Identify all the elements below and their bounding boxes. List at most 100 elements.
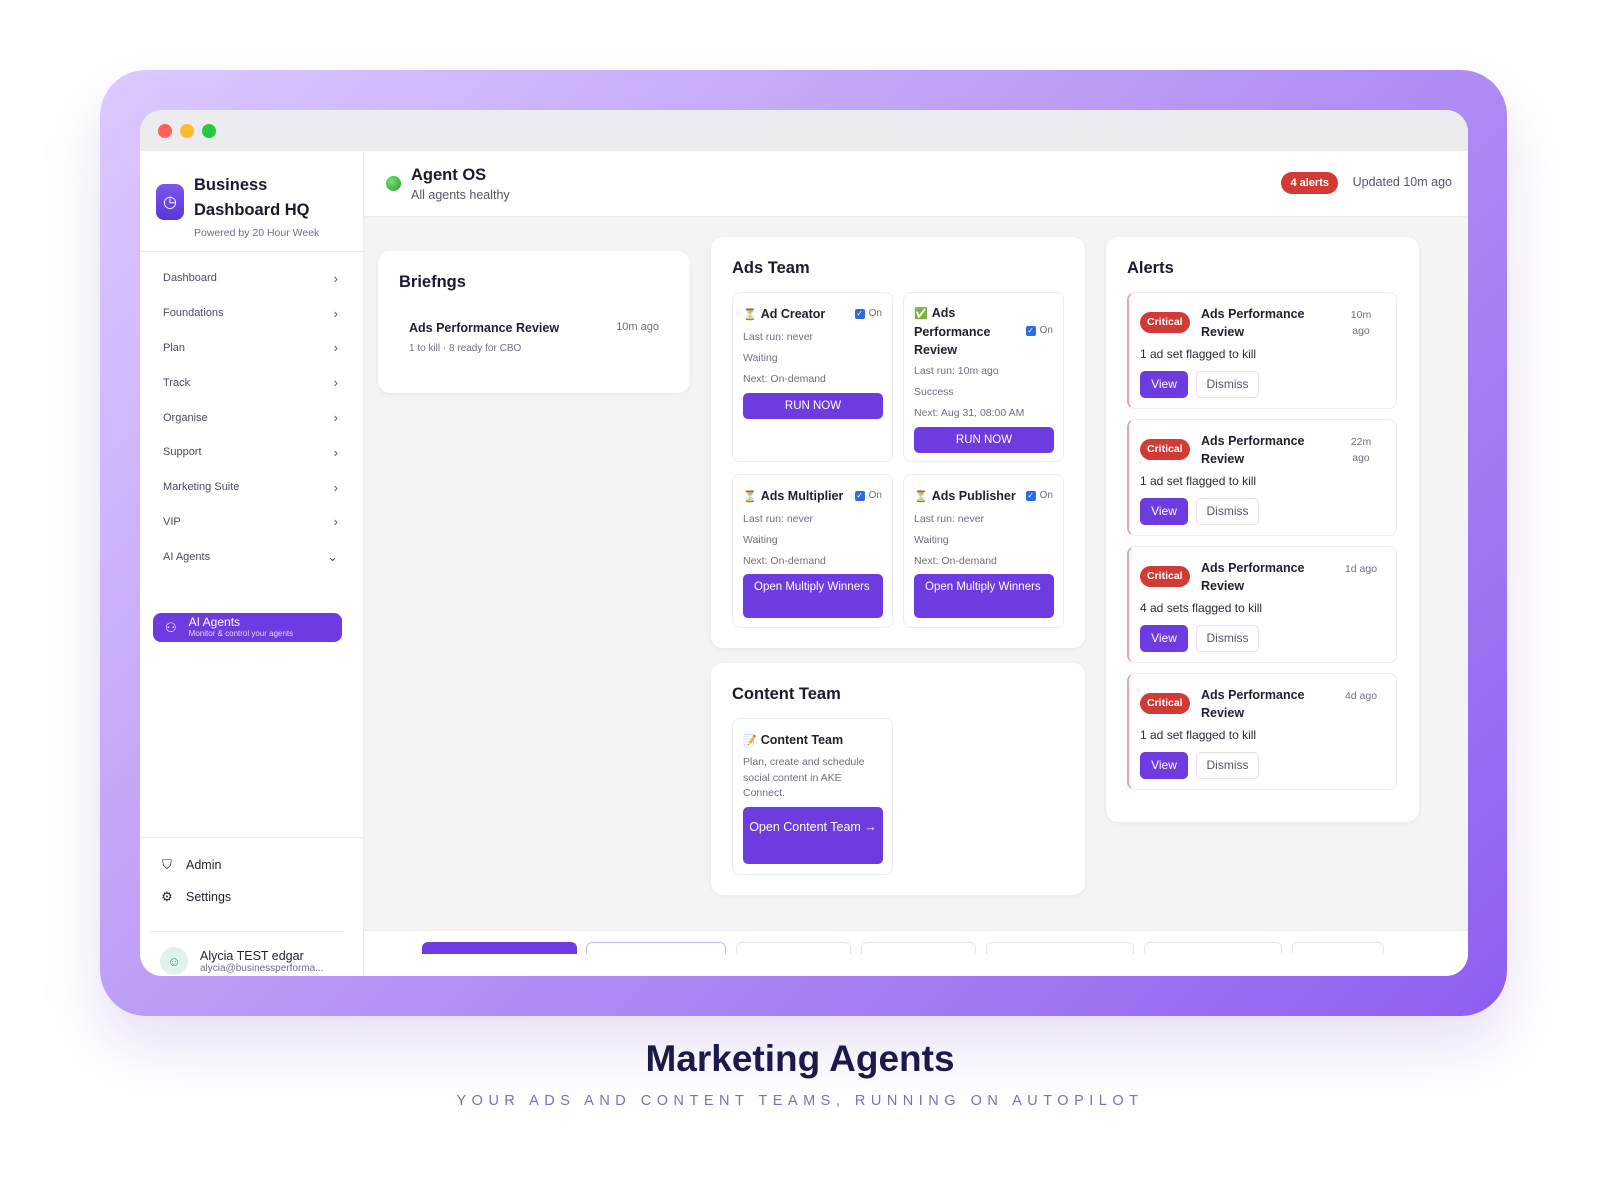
view-button[interactable]: View <box>1140 625 1188 652</box>
alerts-badge[interactable]: 4 alerts <box>1281 172 1338 194</box>
agent-toggle[interactable]: ✓ On <box>1025 490 1053 501</box>
view-button[interactable]: View <box>1140 371 1188 398</box>
agent-name: ⏳ Ad Creator <box>743 307 826 321</box>
agent-card-content-team: 📝 Content Team Plan, create and schedule … <box>732 718 893 875</box>
bottom-tab[interactable] <box>586 942 726 954</box>
agent-name: ✅ Ads Performance Review <box>914 306 991 357</box>
severity-badge: Critical <box>1140 566 1190 587</box>
checkbox-checked-icon: ✓ <box>854 490 865 501</box>
hourglass-icon: ⏳ <box>743 309 757 321</box>
agent-toggle[interactable]: ✓ On <box>854 308 882 319</box>
close-window-button[interactable] <box>158 123 172 138</box>
ads-team-title: Ads Team <box>732 259 810 277</box>
agent-last-run: Last run: 10m ago <box>914 365 999 377</box>
subitem-description: Monitor & control your agents <box>188 629 294 638</box>
checkbox-checked-icon: ✓ <box>1025 325 1036 336</box>
agent-toggle[interactable]: ✓ On <box>854 490 882 501</box>
chevron-right-icon: › <box>333 444 338 460</box>
chevron-right-icon: › <box>333 410 338 426</box>
bottom-tab[interactable] <box>736 942 851 954</box>
severity-badge: Critical <box>1140 439 1190 460</box>
dismiss-button[interactable]: Dismiss <box>1196 625 1259 652</box>
alert-message: 1 ad set flagged to kill <box>1140 728 1257 742</box>
briefings-card: Briefngs Ads Performance Review 1 to kil… <box>378 251 690 393</box>
bottom-tab[interactable] <box>422 942 577 954</box>
hourglass-icon: ⏳ <box>743 491 757 503</box>
divider <box>140 837 364 838</box>
sidebar-subitem-ai-agents[interactable]: ⚇ AI Agents Monitor & control your agent… <box>153 613 342 642</box>
maximize-window-button[interactable] <box>202 123 216 138</box>
agent-card-ads-multiplier: ⏳ Ads Multiplier ✓ On Last run: never Wait… <box>732 474 893 628</box>
sidebar-item-vip[interactable]: VIP › <box>152 505 352 540</box>
sidebar-item-organise[interactable]: Organise › <box>152 400 352 435</box>
agent-last-run: Last run: never <box>743 331 814 343</box>
dismiss-button[interactable]: Dismiss <box>1196 498 1259 525</box>
alert-time: 10m ago <box>1350 309 1372 337</box>
alert-time: 1d ago <box>1344 563 1378 575</box>
user-email: alycia@businessperforma... <box>200 962 324 974</box>
run-now-button[interactable]: RUN NOW <box>743 393 883 419</box>
alert-item: Critical Ads Performance Review 1d ago 4… <box>1127 546 1397 663</box>
severity-badge: Critical <box>1140 312 1190 333</box>
sidebar: ◷ Business Dashboard HQ Powered by 20 Ho… <box>140 151 364 976</box>
brand-subtitle: Powered by 20 Hour Week <box>194 227 320 239</box>
alert-item: Critical Ads Performance Review 22m ago … <box>1127 419 1397 536</box>
alerts-card: Alerts Critical Ads Performance Review 1… <box>1106 237 1419 822</box>
run-now-button[interactable]: RUN NOW <box>914 427 1054 453</box>
brand[interactable]: ◷ Business Dashboard HQ Powered by 20 Ho… <box>156 169 356 249</box>
agent-status: Waiting <box>743 352 778 364</box>
ads-team-card: Ads Team ⏳ Ad Creator ✓ On Last run: never… <box>711 237 1085 648</box>
sidebar-item-label: AI Agents <box>163 550 211 563</box>
brand-title: Business Dashboard HQ <box>194 176 310 219</box>
alert-title: Ads Performance Review <box>1201 561 1305 593</box>
user-name: Alycia TEST edgar <box>200 948 304 963</box>
bottom-tab[interactable] <box>1292 942 1384 954</box>
agent-status: Waiting <box>914 534 949 546</box>
sidebar-item-label: VIP <box>163 515 181 528</box>
sidebar-item-label: Support <box>163 446 202 459</box>
view-button[interactable]: View <box>1140 498 1188 525</box>
bottom-tab-strip <box>364 930 1468 976</box>
hourglass-icon: ⏳ <box>914 491 928 503</box>
open-multiply-winners-button[interactable]: Open Multiply Winners <box>914 574 1054 618</box>
sidebar-item-foundations[interactable]: Foundations › <box>152 296 352 331</box>
chevron-right-icon: › <box>333 270 338 286</box>
agent-card-ads-performance-review: ✅ Ads Performance Review ✓ On Last run: 10… <box>903 292 1064 462</box>
checkbox-checked-icon: ✓ <box>1025 490 1036 501</box>
chevron-down-icon: ⌄ <box>327 548 338 564</box>
gear-icon: ⚙ <box>161 889 173 904</box>
bottom-tab[interactable] <box>861 942 976 954</box>
alert-title: Ads Performance Review <box>1201 434 1305 466</box>
agent-name: ⏳ Ads Multiplier <box>743 489 844 503</box>
agent-card-ad-creator: ⏳ Ad Creator ✓ On Last run: never Waiting … <box>732 292 893 462</box>
divider <box>140 251 364 252</box>
updated-timestamp: Updated 10m ago <box>1352 175 1452 189</box>
sidebar-item-label: Organise <box>163 411 208 424</box>
minimize-window-button[interactable] <box>180 123 194 138</box>
bottom-tab[interactable] <box>1144 942 1282 954</box>
settings-link[interactable]: ⚙ Settings <box>160 889 231 905</box>
sidebar-item-track[interactable]: Track › <box>152 365 352 400</box>
alert-message: 1 ad set flagged to kill <box>1140 474 1257 488</box>
user-avatar-icon: ☺ <box>160 947 188 975</box>
sidebar-item-ai-agents[interactable]: AI Agents ⌄ <box>152 539 352 574</box>
sidebar-item-marketing-suite[interactable]: Marketing Suite › <box>152 470 352 505</box>
sidebar-item-support[interactable]: Support › <box>152 435 352 470</box>
agent-next-run: Next: On-demand <box>743 373 826 385</box>
bottom-tab[interactable] <box>986 942 1134 954</box>
sidebar-item-dashboard[interactable]: Dashboard › <box>152 261 352 296</box>
chevron-right-icon: › <box>333 305 338 321</box>
chevron-right-icon: › <box>333 479 338 495</box>
content-team-card: Content Team 📝 Content Team Plan, create … <box>711 663 1085 895</box>
agent-status: Waiting <box>743 534 778 546</box>
open-multiply-winners-button[interactable]: Open Multiply Winners <box>743 574 883 618</box>
admin-link[interactable]: ⛉ Admin <box>160 857 221 873</box>
page-title: Agent OS <box>411 166 487 184</box>
open-content-team-button[interactable]: Open Content Team → <box>743 807 883 864</box>
sidebar-item-plan[interactable]: Plan › <box>152 331 352 366</box>
dismiss-button[interactable]: Dismiss <box>1196 752 1259 779</box>
view-button[interactable]: View <box>1140 752 1188 779</box>
agent-toggle[interactable]: ✓ On <box>1025 325 1053 336</box>
user-profile[interactable]: ☺ Alycia TEST edgar alycia@businessperfo… <box>160 941 350 976</box>
dismiss-button[interactable]: Dismiss <box>1196 371 1259 398</box>
